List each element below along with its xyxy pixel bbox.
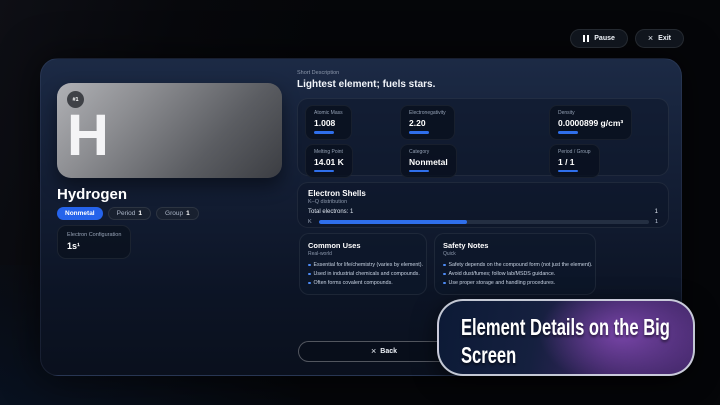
bullet-icon xyxy=(308,263,311,266)
electron-configuration-label: Electron Configuration xyxy=(67,232,122,238)
bullet-icon xyxy=(443,263,446,266)
electron-shells-title: Electron Shells xyxy=(308,189,366,198)
stat-accent-bar xyxy=(558,131,578,134)
list-item-text: Safety depends on the compound form (not… xyxy=(448,262,593,268)
caption-banner: Element Details on the Big Screen xyxy=(437,299,695,376)
period-label: Period xyxy=(116,210,136,217)
list-item-text: Used in industrial chemicals and compoun… xyxy=(313,271,420,277)
stat-label: Atomic Mass xyxy=(314,110,343,116)
list-item: Often forms covalent compounds. xyxy=(308,280,418,286)
stat-value: 0.0000899 g/cm³ xyxy=(558,118,624,128)
list-item: Avoid dust/fumes; follow lab/MSDS guidan… xyxy=(443,271,587,277)
element-name: Hydrogen xyxy=(57,186,128,203)
back-icon: × xyxy=(371,346,377,356)
list-item-text: Use proper storage and handling procedur… xyxy=(448,280,556,286)
stat-label: Category xyxy=(409,148,430,155)
list-item: Essential for life/chemistry (varies by … xyxy=(308,262,423,268)
stat-accent-bar xyxy=(558,169,578,172)
group-value: 1 xyxy=(186,210,190,217)
stat-value: 2.20 xyxy=(409,118,426,128)
electron-shells-subtitle: K–Q distribution xyxy=(308,199,348,205)
shell-progress-fill xyxy=(319,220,468,224)
stat-label: Melting Point xyxy=(314,148,343,155)
group-label: Group xyxy=(165,210,184,217)
stat-label: Period / Group xyxy=(558,148,591,155)
stat-label: Density xyxy=(558,110,575,116)
shell-count: 1 xyxy=(654,219,658,225)
common-uses-subtitle: Real-world xyxy=(308,251,332,257)
back-button-label: Back xyxy=(380,348,397,355)
safety-notes-card: Safety Notes Quick Safety depends on the… xyxy=(434,233,596,295)
group-badge: Group 1 xyxy=(156,207,199,220)
stat-label: Electronegativity xyxy=(409,110,446,116)
pause-button-label: Pause xyxy=(594,35,615,42)
stat-tile-atomic-mass: Atomic Mass 1.008 xyxy=(305,105,352,140)
stat-accent-bar xyxy=(409,169,429,172)
list-item: Used in industrial chemicals and compoun… xyxy=(308,271,420,277)
common-uses-list: Essential for life/chemistry (varies by … xyxy=(308,262,423,286)
bullet-icon xyxy=(308,272,311,275)
safety-notes-list: Safety depends on the compound form (not… xyxy=(443,262,592,286)
electron-shells-section: Electron Shells K–Q distribution Total e… xyxy=(297,182,669,228)
stats-grid: Atomic Mass 1.008 Electronegativity 2.20… xyxy=(297,98,669,178)
stat-tile-category: Category Nonmetal xyxy=(400,143,457,178)
caption-text: Element Details on the Big Screen xyxy=(461,314,670,369)
element-badge-row: Nonmetal Period 1 Group 1 xyxy=(57,207,199,220)
common-uses-title: Common Uses xyxy=(308,241,361,250)
pause-button[interactable]: Pause xyxy=(570,29,628,48)
period-badge: Period 1 xyxy=(107,207,152,220)
shell-progress-track xyxy=(319,220,649,224)
short-description-text: Lightest element; fuels stars. xyxy=(297,79,436,90)
electron-shells-total-row: Total electrons: 1 1 xyxy=(308,209,658,215)
safety-notes-title: Safety Notes xyxy=(443,241,489,250)
stat-accent-bar xyxy=(314,131,334,134)
list-item-text: Avoid dust/fumes; follow lab/MSDS guidan… xyxy=(448,271,556,277)
stat-accent-bar xyxy=(314,169,334,172)
topbar: Pause × Exit xyxy=(570,29,684,48)
stat-tile-period-group: Period / Group 1 / 1 xyxy=(549,143,600,178)
stat-tile-melting-point: Melting Point 14.01 K xyxy=(305,143,353,178)
element-tile: #1 H xyxy=(57,83,282,178)
list-item: Safety depends on the compound form (not… xyxy=(443,262,592,268)
bullet-icon xyxy=(308,281,311,284)
category-badge: Nonmetal xyxy=(57,207,103,220)
period-value: 1 xyxy=(138,210,143,217)
total-electrons-value: 1 xyxy=(654,209,658,215)
exit-button[interactable]: × Exit xyxy=(634,29,684,48)
common-uses-card: Common Uses Real-world Essential for lif… xyxy=(299,233,427,295)
stat-value: 1 / 1 xyxy=(558,156,575,167)
list-item-text: Often forms covalent compounds. xyxy=(313,280,393,286)
stat-value: 1.008 xyxy=(314,118,336,128)
shell-letter: K xyxy=(308,219,312,225)
list-item-text: Essential for life/chemistry (varies by … xyxy=(313,262,424,268)
safety-notes-subtitle: Quick xyxy=(443,251,456,257)
stat-value: 14.01 K xyxy=(314,156,344,167)
stat-tile-density: Density 0.0000899 g/cm³ xyxy=(549,105,633,140)
exit-icon: × xyxy=(647,33,654,43)
stat-value: Nonmetal xyxy=(409,156,448,167)
exit-button-label: Exit xyxy=(658,35,671,42)
short-description-label: Short Description xyxy=(297,70,340,76)
element-symbol: H xyxy=(67,103,109,168)
stat-accent-bar xyxy=(409,131,429,134)
total-electrons-label: Total electrons: 1 xyxy=(308,209,354,215)
electron-configuration-box: Electron Configuration 1s¹ xyxy=(57,225,132,259)
electron-configuration-value: 1s¹ xyxy=(67,241,81,251)
list-item: Use proper storage and handling procedur… xyxy=(443,280,587,286)
stat-tile-electronegativity: Electronegativity 2.20 xyxy=(400,105,455,140)
shell-row-k: K 1 xyxy=(308,219,658,225)
pause-icon xyxy=(583,35,586,42)
bullet-icon xyxy=(443,281,446,284)
bullet-icon xyxy=(443,272,446,275)
